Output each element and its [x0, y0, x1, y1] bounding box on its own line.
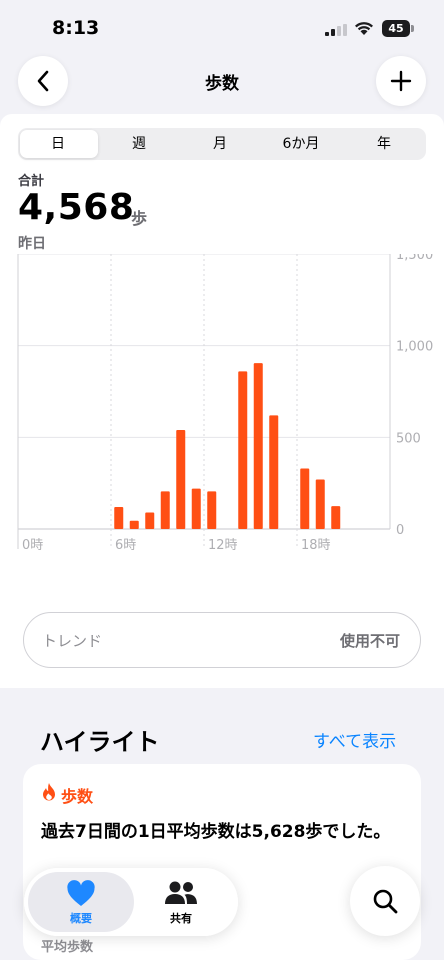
- y-tick-label: 1,500: [396, 254, 433, 263]
- step-bar: [129, 520, 139, 529]
- tab-summary[interactable]: 概要: [28, 872, 134, 932]
- time-range-selector: 日 週 月 6か月 年: [18, 128, 426, 160]
- step-bar: [207, 491, 217, 529]
- search-icon: [373, 889, 398, 914]
- y-tick-label: 500: [396, 431, 421, 446]
- step-bar: [253, 363, 263, 529]
- total-steps-value: 4,568: [18, 187, 135, 228]
- tab-bar: 概要 共有: [24, 868, 238, 936]
- segment-week[interactable]: 週: [99, 128, 179, 160]
- battery-indicator: 45: [382, 20, 414, 37]
- step-bar: [191, 488, 201, 529]
- segment-six-months[interactable]: 6か月: [261, 128, 341, 160]
- tab-summary-label: 概要: [70, 912, 92, 925]
- highlight-category: 歩数: [61, 787, 94, 806]
- step-bar: [315, 479, 325, 529]
- step-bar: [300, 468, 310, 529]
- steps-bar-chart[interactable]: 1,500 1,000 500 0 0時 6時 12時 18時: [0, 254, 444, 584]
- step-bar: [331, 506, 341, 529]
- total-steps-unit: 歩: [131, 209, 148, 228]
- tab-sharing[interactable]: 共有: [128, 872, 234, 932]
- steps-chart-card: 日 週 月 6か月 年 合計 4,568 歩 昨日 1,500 1,000 500 0…: [0, 114, 444, 688]
- search-button[interactable]: [350, 866, 420, 936]
- step-bar: [176, 430, 186, 529]
- y-tick-label: 0: [396, 523, 404, 538]
- step-bar: [269, 415, 279, 529]
- status-bar: 8:13 45: [0, 0, 444, 56]
- trend-label: トレンド: [42, 632, 103, 650]
- show-all-link[interactable]: すべて表示: [313, 727, 396, 752]
- tab-sharing-label: 共有: [170, 912, 192, 925]
- x-tick-label: 12時: [208, 538, 238, 553]
- navigation-bar: 歩数: [0, 56, 444, 114]
- flame-icon: [43, 783, 55, 801]
- step-bar: [145, 512, 155, 529]
- x-tick-label: 18時: [301, 538, 331, 553]
- segment-day[interactable]: 日: [18, 128, 98, 160]
- people-icon: [165, 881, 197, 904]
- heart-icon: [67, 880, 95, 906]
- segment-month[interactable]: 月: [180, 128, 260, 160]
- plus-icon: [390, 70, 412, 92]
- step-bar: [160, 491, 170, 529]
- y-tick-label: 1,000: [396, 340, 433, 355]
- highlights-heading: ハイライト: [40, 728, 160, 756]
- x-tick-label: 0時: [22, 538, 43, 553]
- add-data-button[interactable]: [376, 56, 426, 106]
- segment-year[interactable]: 年: [344, 128, 424, 160]
- status-time: 8:13: [52, 17, 100, 39]
- trend-row[interactable]: トレンド 使用不可: [23, 612, 421, 668]
- wifi-icon: [355, 22, 373, 35]
- step-bar: [114, 507, 124, 529]
- trend-status: 使用不可: [339, 632, 400, 650]
- date-label: 昨日: [18, 236, 46, 252]
- highlight-sub-label: 平均歩数: [41, 940, 94, 955]
- x-tick-label: 6時: [115, 538, 136, 553]
- step-bar: [238, 371, 248, 529]
- highlight-text: 過去7日間の1日平均歩数は5,628歩でした。: [41, 822, 391, 842]
- cellular-signal-icon: [325, 24, 347, 36]
